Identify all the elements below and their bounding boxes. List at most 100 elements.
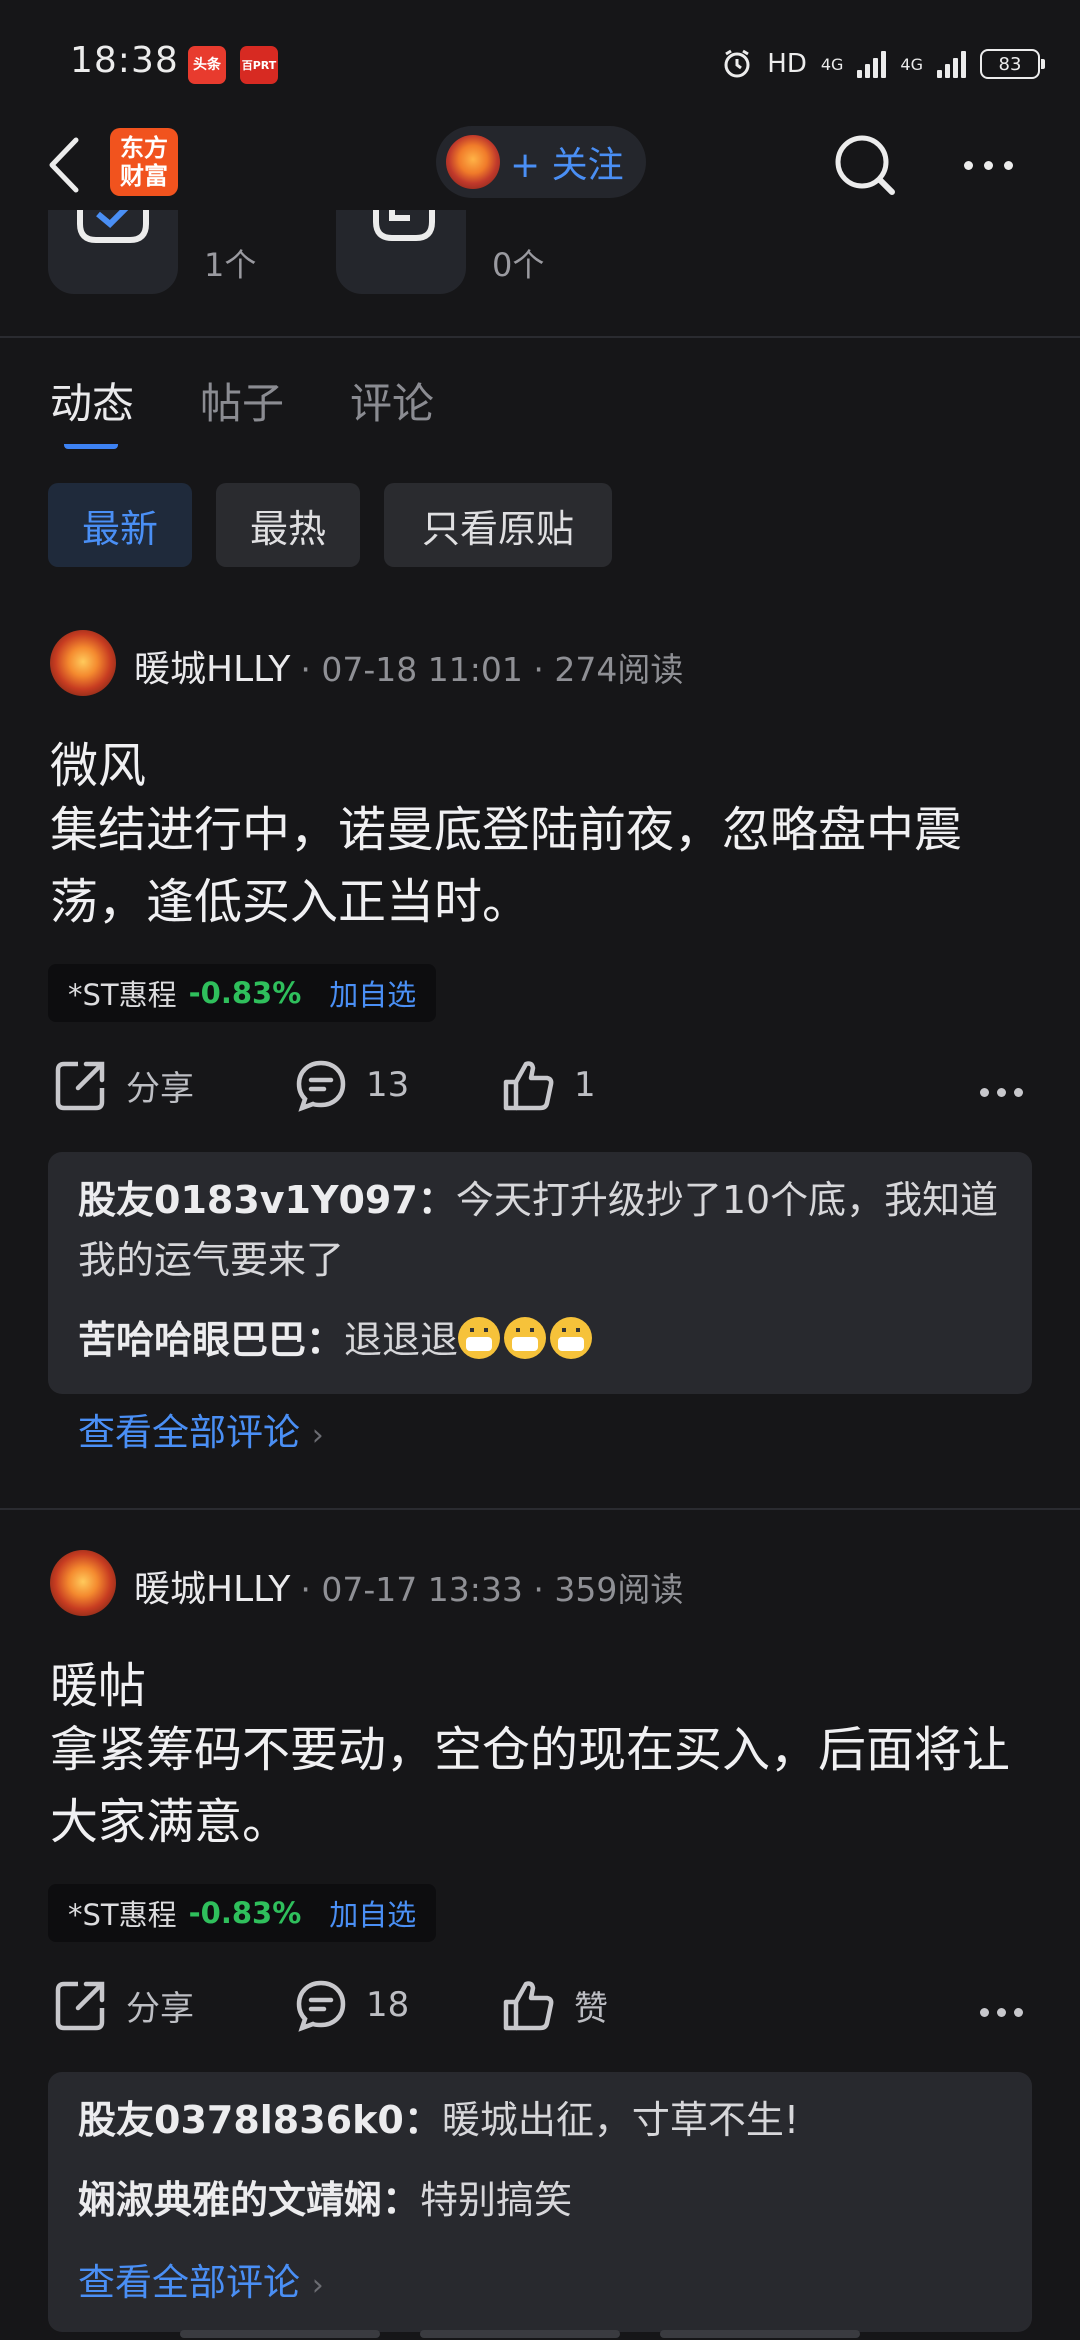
follow-label: + 关注: [510, 145, 624, 186]
share-icon: [55, 1981, 105, 2031]
bottom-tab-hint: [660, 2330, 860, 2338]
tab-posts[interactable]: 帖子: [200, 370, 284, 431]
author-avatar: [446, 135, 500, 189]
back-arrow-icon[interactable]: [38, 130, 98, 200]
tab-dynamics[interactable]: 动态: [50, 370, 134, 431]
stock-tag[interactable]: *ST惠程 -0.83% 加自选: [48, 1884, 437, 1942]
logo-line-2: 财富: [120, 162, 168, 190]
post-meta: · 07-17 13:33 · 359阅读: [300, 1570, 684, 1609]
filter-latest[interactable]: 最新: [48, 483, 192, 567]
stat-count-1: 1个: [204, 246, 257, 284]
signal-type-1: 4G: [820, 54, 844, 74]
comment-user[interactable]: 股友0183v1Y097：: [78, 1178, 456, 1222]
signal-bars-2-icon: [937, 50, 966, 78]
stock-change: -0.83%: [188, 976, 302, 1010]
alarm-icon: [724, 49, 750, 78]
section-divider: [0, 336, 1080, 338]
bottom-tab-hint: [180, 2330, 380, 2338]
signal-type-2: 4G: [900, 54, 923, 74]
view-all-comments-link[interactable]: 查看全部评论 ›: [78, 2252, 324, 2306]
status-bar: 18:38 头条 百PRT HD 4G 4G 83: [0, 0, 1080, 130]
stat-count-2: 0个: [492, 246, 545, 284]
post-item[interactable]: 暖城HLLY · 07-17 13:33 · 359阅读 暖帖 拿紧筹码不要动，…: [0, 1540, 1080, 2340]
post-author-name[interactable]: 暖城HLLY: [134, 640, 290, 692]
post-item[interactable]: 暖城HLLY · 07-18 11:01 · 274阅读 微风 集结进行中，诺曼…: [0, 620, 1080, 1500]
mask-face-emoji-icon: [550, 1317, 593, 1359]
thumbs-up-icon: [503, 1061, 554, 1111]
post-author-name[interactable]: 暖城HLLY: [134, 1560, 290, 1612]
comment-button[interactable]: 18: [294, 1978, 409, 2032]
tab-comments[interactable]: 评论: [350, 370, 434, 431]
like-button[interactable]: 赞: [502, 1978, 608, 2032]
filter-hot[interactable]: 最热: [216, 483, 360, 567]
copy-icon: [373, 210, 435, 241]
post-header: 暖城HLLY · 07-18 11:01 · 274阅读: [134, 640, 683, 692]
tab-indicator: [64, 436, 118, 449]
comment-preview: 苦哈哈眼巴巴：退退退: [78, 1310, 1008, 1370]
comment-text: 暖城出征，寸草不生!: [441, 2098, 800, 2142]
comment-preview: 股友0183v1Y097：今天打升级抄了10个底，我知道我的运气要来了: [78, 1170, 1008, 1290]
add-watchlist-button[interactable]: 加自选: [329, 972, 416, 1014]
filter-original-only[interactable]: 只看原贴: [384, 483, 612, 567]
post-body: 集结进行中，诺曼底登陆前夜，忽略盘中震荡，逢低买入正当时。: [50, 802, 963, 930]
comment-text: 退退退: [344, 1318, 459, 1362]
bottom-tab-hint: [420, 2330, 620, 2338]
stock-name: *ST惠程: [68, 978, 177, 1012]
news-app-icon: 百PRT: [240, 46, 278, 84]
comment-preview: 股友0378l836k0：暖城出征，寸草不生!: [78, 2090, 1008, 2150]
post-author-avatar[interactable]: [50, 630, 116, 696]
post-more-icon[interactable]: [980, 2008, 1024, 2020]
comment-preview-box[interactable]: 股友0183v1Y097：今天打升级抄了10个底，我知道我的运气要来了 苦哈哈眼…: [48, 1152, 1032, 1394]
like-button[interactable]: 1: [502, 1058, 596, 1112]
add-watchlist-button[interactable]: 加自选: [329, 1892, 416, 1934]
signal-bars-1-icon: [857, 50, 887, 78]
battery-level: 83: [998, 53, 1022, 75]
stat-card-copy[interactable]: [336, 210, 466, 294]
battery-icon: 83: [980, 49, 1045, 79]
post-meta: · 07-18 11:01 · 274阅读: [300, 650, 684, 689]
comment-user[interactable]: 苦哈哈眼巴巴：: [78, 1318, 344, 1362]
comment-icon: [296, 1980, 346, 2032]
eastmoney-logo: 东方 财富: [110, 128, 178, 196]
stock-change: -0.83%: [188, 1896, 302, 1930]
post-title: 暖帖: [50, 1658, 147, 1714]
comment-preview-box[interactable]: 股友0378l836k0：暖城出征，寸草不生! 娴淑典雅的文靖娴：特别搞笑 查看…: [48, 2072, 1032, 2332]
share-button[interactable]: 分享: [54, 1058, 194, 1112]
post-author-avatar[interactable]: [50, 1550, 116, 1616]
post-title: 微风: [50, 738, 147, 794]
comment-preview: 娴淑典雅的文靖娴：特别搞笑: [78, 2170, 1008, 2230]
thumbs-up-icon: [503, 1981, 554, 2031]
hd-indicator: HD: [767, 49, 807, 79]
toutiao-app-icon: 头条: [188, 46, 226, 84]
comment-text: 特别搞笑: [420, 2178, 573, 2222]
share-label: 分享: [126, 1068, 194, 1109]
like-label: 赞: [574, 1988, 608, 2029]
comment-count: 18: [366, 1985, 410, 2025]
comment-user[interactable]: 股友0378l836k0：: [78, 2098, 442, 2142]
follow-button[interactable]: + 关注: [436, 126, 646, 198]
comment-button[interactable]: 13: [294, 1058, 409, 1112]
stock-tag[interactable]: *ST惠程 -0.83% 加自选: [48, 964, 437, 1022]
more-options-icon[interactable]: [964, 150, 1028, 180]
view-all-comments-link[interactable]: 查看全部评论 ›: [78, 1402, 324, 1456]
status-indicators: HD 4G 4G 83: [721, 44, 1045, 84]
post-more-icon[interactable]: [980, 1088, 1024, 1100]
check-box-icon: [77, 201, 149, 243]
comment-icon: [296, 1060, 346, 1112]
share-label: 分享: [126, 1988, 194, 2029]
logo-line-1: 东方: [120, 134, 168, 162]
stock-name: *ST惠程: [68, 1898, 177, 1932]
comment-count: 13: [366, 1065, 410, 1105]
comment-user[interactable]: 娴淑典雅的文靖娴：: [78, 2178, 420, 2222]
share-button[interactable]: 分享: [54, 1978, 194, 2032]
post-header: 暖城HLLY · 07-17 13:33 · 359阅读: [134, 1560, 683, 1612]
mask-face-emoji-icon: [504, 1317, 547, 1359]
search-icon[interactable]: [830, 130, 900, 200]
post-body: 拿紧筹码不要动，空仓的现在买入，后面将让大家满意。: [50, 1722, 1011, 1850]
mask-face-emoji-icon: [458, 1317, 501, 1359]
post-divider: [0, 1508, 1080, 1510]
like-count: 1: [574, 1065, 596, 1105]
stat-card-checked[interactable]: [48, 201, 178, 294]
status-time: 18:38: [70, 40, 179, 81]
share-icon: [55, 1061, 105, 1111]
